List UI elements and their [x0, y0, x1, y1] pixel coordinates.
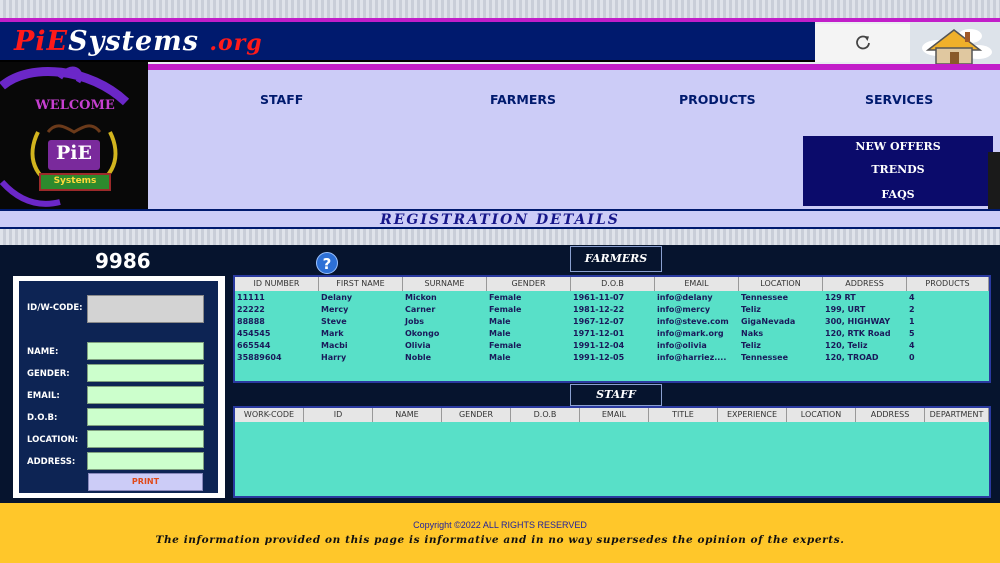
refresh-icon [815, 24, 910, 62]
email-input[interactable] [87, 386, 204, 404]
staff-col-dob[interactable]: D.O.B [511, 408, 580, 422]
home-button[interactable] [910, 22, 1000, 66]
location-input[interactable] [87, 430, 204, 448]
nav-products[interactable]: PRODUCTS [679, 92, 756, 107]
home-icon [922, 29, 992, 65]
top-stripe [0, 0, 1000, 18]
farmers-col-first-name[interactable]: FIRST NAME [319, 277, 403, 291]
farmers-col-products[interactable]: PRODUCTS [907, 277, 989, 291]
staff-col-name[interactable]: NAME [373, 408, 442, 422]
registration-title: REGISTRATION DETAILS [380, 212, 620, 228]
dropdown-item-faqs[interactable]: FAQS [803, 188, 993, 201]
farmers-table: ID NUMBER FIRST NAME SURNAME GENDER D.O.… [233, 275, 991, 383]
dropdown-item-trends[interactable]: TRENDS [803, 163, 993, 176]
table-row[interactable]: 88888 Steve Jobs Male 1967-12-07 info@steve.c… [235, 316, 989, 327]
logo-pie-text: PiE [56, 142, 92, 164]
farmers-col-gender[interactable]: GENDER [487, 277, 571, 291]
nav-staff[interactable]: STAFF [260, 92, 303, 107]
nav-farmers[interactable]: FARMERS [490, 92, 556, 107]
staff-col-department[interactable]: DEPARTMENT [925, 408, 989, 422]
farmers-col-id[interactable]: ID NUMBER [235, 277, 319, 291]
brand-logo-text: PiESystems .org [14, 26, 263, 57]
nav-services[interactable]: SERVICES [865, 92, 933, 107]
address-label: ADDRESS: [27, 457, 76, 467]
farmers-section-title: FARMERS [570, 246, 662, 272]
staff-col-email[interactable]: EMAIL [580, 408, 649, 422]
gender-label: GENDER: [27, 369, 70, 379]
table-row[interactable]: 35889604 Harry Noble Male 1991-12-05 info@har… [235, 352, 989, 363]
staff-table-header: WORK-CODE ID NAME GENDER D.O.B EMAIL TIT… [235, 408, 989, 422]
farmers-col-address[interactable]: ADDRESS [823, 277, 907, 291]
dob-input[interactable] [87, 408, 204, 426]
logo-systems-text: Systems [53, 176, 97, 186]
disclaimer-text: The information provided on this page is… [155, 534, 845, 546]
table-row[interactable]: 22222 Mercy Carner Female 1981-12-22 info@mer… [235, 304, 989, 315]
staff-table: WORK-CODE ID NAME GENDER D.O.B EMAIL TIT… [233, 406, 991, 498]
brand-part-pie: PiE [14, 26, 69, 57]
dropdown-item-new-offers[interactable]: NEW OFFERS [803, 140, 993, 153]
staff-col-work-code[interactable]: WORK-CODE [235, 408, 304, 422]
welcome-logo: WELCOME PiE Systems [0, 62, 148, 209]
print-button[interactable]: PRINT [88, 473, 203, 491]
table-row[interactable]: 11111 Delany Mickon Female 1961-11-07 info@de… [235, 292, 989, 303]
table-row[interactable]: 454545 Mark Okongo Male 1971-12-01 info@mark.… [235, 328, 989, 339]
address-input[interactable] [87, 452, 204, 470]
dob-label: D.O.B: [27, 413, 58, 423]
staff-section-title: STAFF [570, 384, 662, 406]
staff-col-id[interactable]: ID [304, 408, 373, 422]
farmers-table-header: ID NUMBER FIRST NAME SURNAME GENDER D.O.… [235, 277, 989, 291]
help-icon[interactable]: ? [316, 252, 338, 274]
record-counter: 9986 [95, 249, 151, 273]
staff-col-experience[interactable]: EXPERIENCE [718, 408, 787, 422]
staff-col-address[interactable]: ADDRESS [856, 408, 925, 422]
farmers-col-location[interactable]: LOCATION [739, 277, 823, 291]
farmers-col-email[interactable]: EMAIL [655, 277, 739, 291]
logo-welcome-text: WELCOME [35, 98, 115, 113]
farmers-col-surname[interactable]: SURNAME [403, 277, 487, 291]
brand-part-org: .org [209, 30, 263, 56]
separator-stripe [0, 229, 1000, 245]
staff-col-gender[interactable]: GENDER [442, 408, 511, 422]
header-bar: PiESystems .org [0, 22, 815, 62]
gender-input[interactable] [87, 364, 204, 382]
footer: Copyright ©2022 ALL RIGHTS RESERVED The … [0, 503, 1000, 563]
id-label: ID/W-CODE: [27, 303, 83, 313]
registration-bar: REGISTRATION DETAILS [0, 209, 1000, 229]
location-label: LOCATION: [27, 435, 79, 445]
table-row[interactable]: 665544 Macbi Olivia Female 1991-12-04 info@ol… [235, 340, 989, 351]
name-label: NAME: [27, 347, 59, 357]
services-dropdown: NEW OFFERS TRENDS FAQS [803, 136, 993, 206]
email-label: EMAIL: [27, 391, 60, 401]
id-input[interactable] [87, 295, 204, 323]
refresh-button[interactable] [815, 24, 910, 62]
farmers-col-dob[interactable]: D.O.B [571, 277, 655, 291]
staff-col-title[interactable]: TITLE [649, 408, 718, 422]
brand-part-systems: Systems [68, 26, 199, 57]
staff-col-location[interactable]: LOCATION [787, 408, 856, 422]
name-input[interactable] [87, 342, 204, 360]
copyright-text: Copyright ©2022 ALL RIGHTS RESERVED [413, 520, 587, 530]
